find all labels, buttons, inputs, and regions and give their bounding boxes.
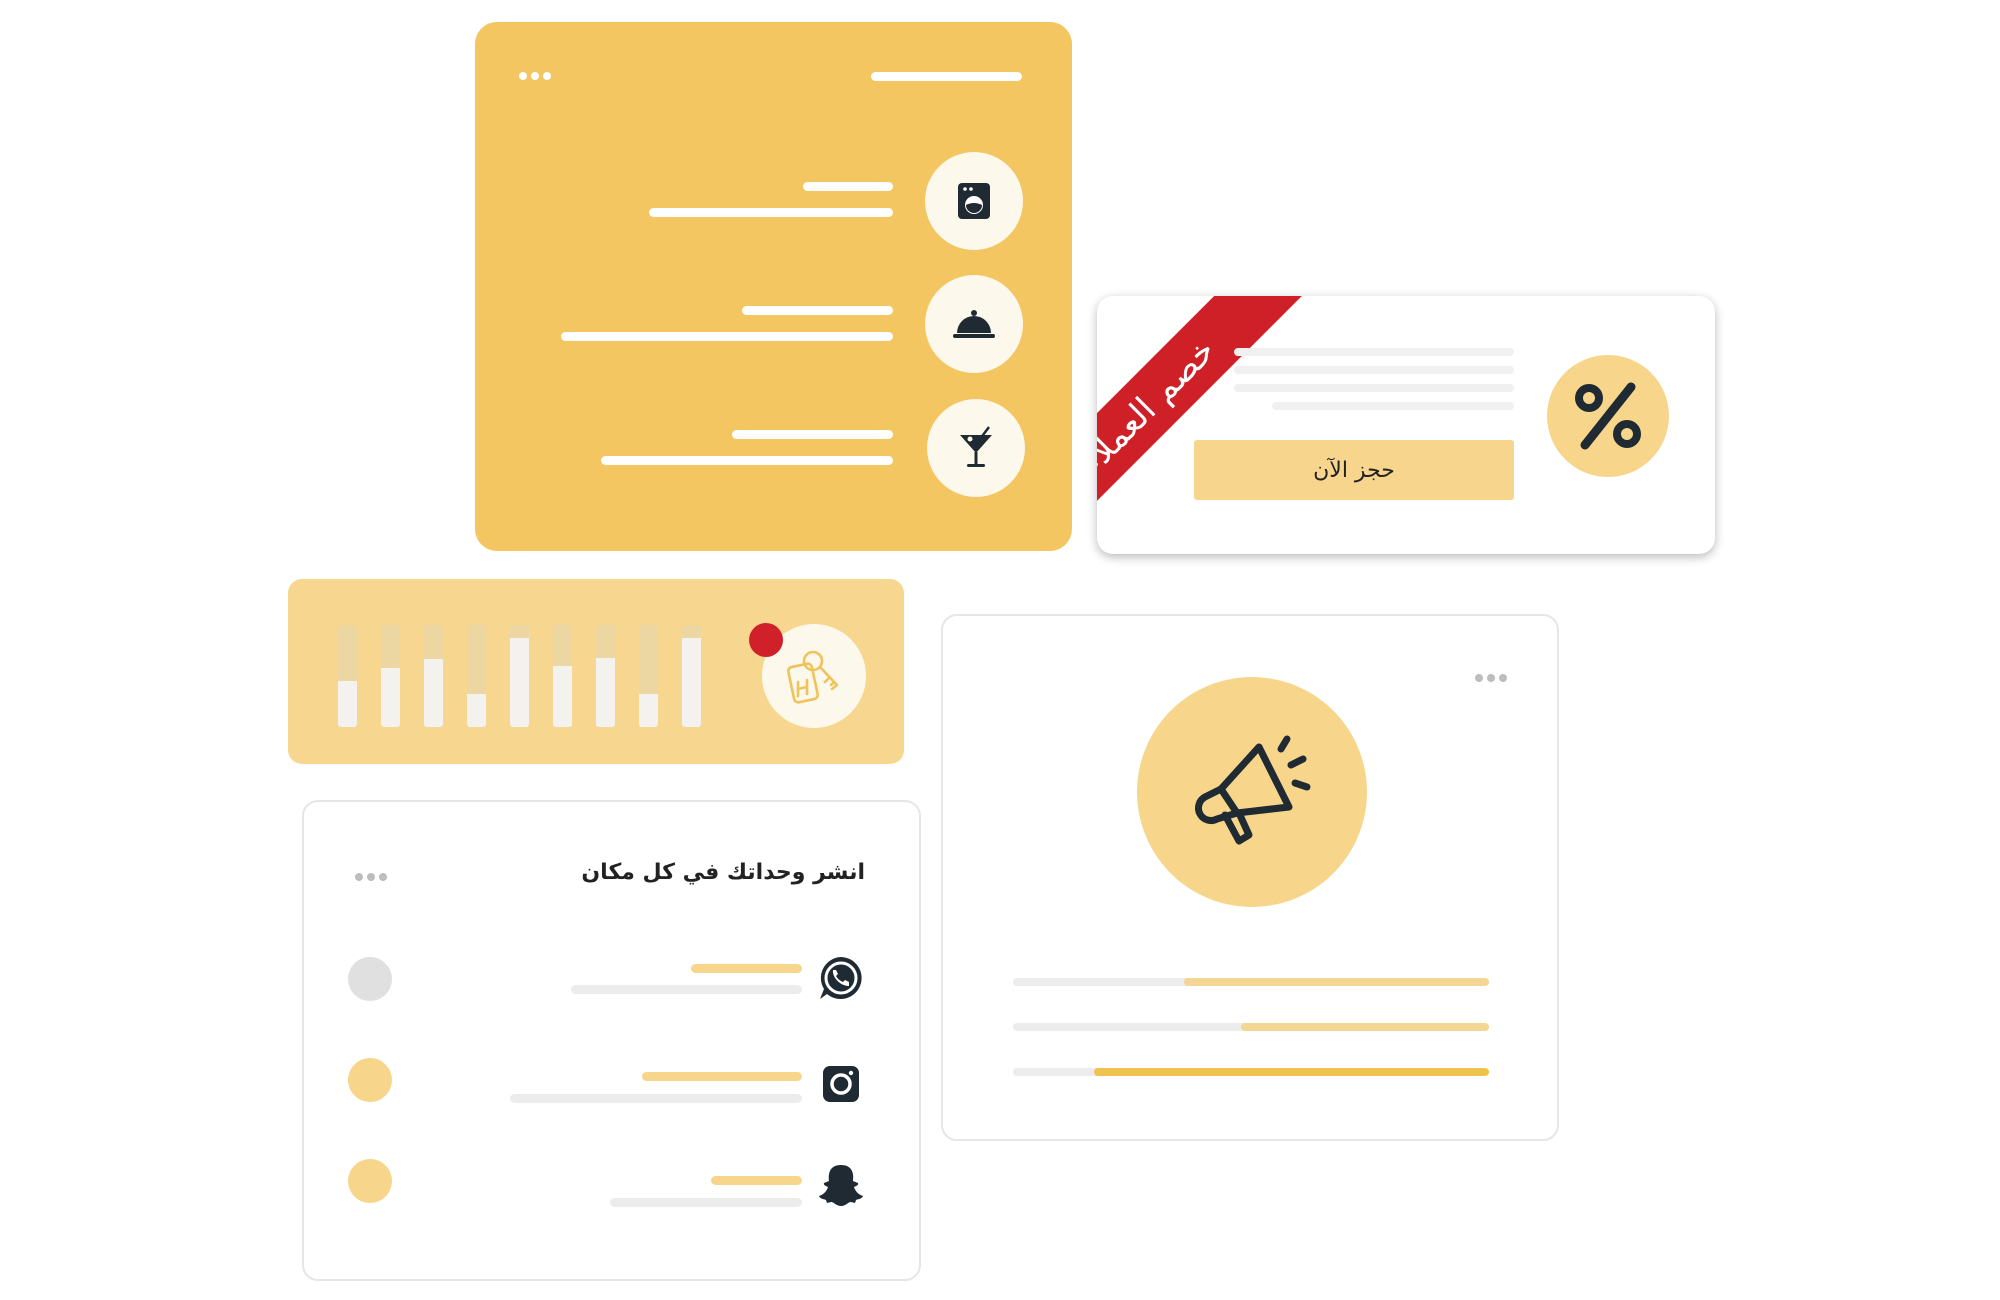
occupancy-bar bbox=[467, 625, 486, 727]
occupancy-bar-fill bbox=[596, 657, 615, 727]
channel-text-placeholder bbox=[571, 985, 802, 994]
more-options-icon[interactable] bbox=[355, 873, 387, 881]
notification-dot bbox=[749, 623, 783, 657]
card-title-placeholder bbox=[871, 72, 1022, 81]
occupancy-bar-fill bbox=[553, 665, 572, 727]
social-title: انشر وحداتك في كل مكان bbox=[581, 860, 865, 885]
campaign-card bbox=[941, 614, 1559, 1141]
occupancy-bar bbox=[682, 625, 701, 727]
megaphone-icon bbox=[1194, 735, 1311, 845]
hotel-key-icon bbox=[786, 650, 839, 704]
percent-badge bbox=[1547, 355, 1669, 477]
channel-text-placeholder bbox=[610, 1198, 802, 1207]
channel-subtitle-placeholder bbox=[711, 1176, 802, 1185]
occupancy-bar bbox=[424, 625, 443, 727]
occupancy-bar-fill bbox=[639, 694, 658, 727]
discount-text-placeholder bbox=[1234, 348, 1514, 356]
channel-text-placeholder bbox=[510, 1094, 802, 1103]
discount-ribbon: خصم العملاء bbox=[1097, 296, 1332, 554]
progress-track bbox=[1013, 1023, 1489, 1031]
channel-snapchat[interactable] bbox=[818, 1163, 864, 1207]
service-subtitle-placeholder bbox=[732, 430, 893, 439]
channel-status-dot[interactable] bbox=[348, 1058, 392, 1102]
social-card: انشر وحداتك في كل مكان bbox=[302, 800, 921, 1281]
occupancy-bar-fill bbox=[682, 638, 701, 727]
percent-icon bbox=[1575, 382, 1641, 450]
progress-fill bbox=[1241, 1023, 1489, 1031]
discount-text-placeholder bbox=[1234, 384, 1514, 392]
progress-fill bbox=[1093, 1068, 1489, 1076]
washing-machine-icon bbox=[958, 183, 990, 219]
discount-text-placeholder bbox=[1234, 366, 1514, 374]
occupancy-bar-fill bbox=[424, 658, 443, 727]
channel-status-dot[interactable] bbox=[348, 1159, 392, 1203]
channel-whatsapp[interactable] bbox=[818, 955, 864, 1001]
service-text-placeholder bbox=[561, 332, 893, 341]
occupancy-bar-fill bbox=[510, 638, 529, 727]
occupancy-card bbox=[288, 579, 904, 764]
occupancy-bar bbox=[510, 625, 529, 727]
service-item-bar[interactable] bbox=[927, 399, 1025, 497]
snapchat-icon bbox=[819, 1165, 863, 1206]
channel-status-dot[interactable] bbox=[348, 957, 392, 1001]
channel-subtitle-placeholder bbox=[691, 964, 802, 973]
occupancy-bar bbox=[639, 625, 658, 727]
discount-text-placeholder bbox=[1272, 402, 1514, 410]
room-service-icon bbox=[953, 310, 995, 338]
service-text-placeholder bbox=[601, 456, 893, 465]
occupancy-bar bbox=[596, 625, 615, 727]
channel-instagram[interactable] bbox=[822, 1065, 860, 1103]
service-subtitle-placeholder bbox=[803, 182, 893, 191]
channel-subtitle-placeholder bbox=[642, 1072, 802, 1081]
megaphone-badge bbox=[1137, 677, 1367, 907]
service-item-room-service[interactable] bbox=[925, 275, 1023, 373]
occupancy-bar-fill bbox=[467, 694, 486, 727]
service-subtitle-placeholder bbox=[742, 306, 893, 315]
progress-fill bbox=[1184, 978, 1489, 986]
whatsapp-icon bbox=[820, 957, 862, 999]
book-now-button[interactable]: حجز الآن bbox=[1194, 440, 1514, 500]
occupancy-bar-fill bbox=[381, 667, 400, 727]
occupancy-bar bbox=[338, 625, 357, 727]
instagram-icon bbox=[823, 1066, 859, 1102]
occupancy-bar bbox=[553, 625, 572, 727]
occupancy-bar-fill bbox=[338, 681, 357, 727]
progress-track bbox=[1013, 1068, 1489, 1076]
cocktail-icon bbox=[960, 426, 992, 467]
occupancy-bar bbox=[381, 625, 400, 727]
more-options-icon[interactable] bbox=[519, 72, 551, 80]
more-options-icon[interactable] bbox=[1475, 674, 1507, 682]
discount-card: خصم العملاء حجز الآن bbox=[1097, 296, 1715, 554]
service-text-placeholder bbox=[649, 208, 893, 217]
services-card bbox=[475, 22, 1072, 551]
progress-track bbox=[1013, 978, 1489, 986]
service-item-laundry[interactable] bbox=[925, 152, 1023, 250]
